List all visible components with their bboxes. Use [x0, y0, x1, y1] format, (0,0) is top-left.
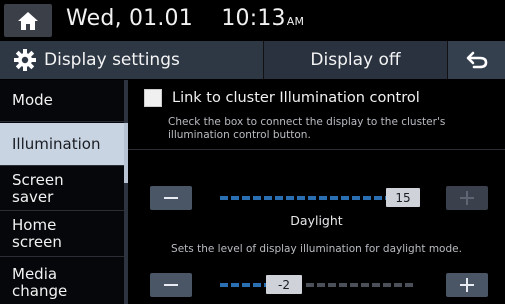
sidebar-item-illumination[interactable]: Illumination	[0, 123, 124, 166]
back-arrow-icon	[466, 51, 488, 69]
gear-icon	[12, 47, 38, 73]
sidebar-item-label: Mode	[12, 91, 53, 109]
daylight-increase-button[interactable]	[446, 186, 488, 210]
daylight-slider-thumb[interactable]: 15	[386, 188, 420, 207]
sidebar-item-label: Screen saver	[12, 170, 64, 206]
clock: Wed, 01.01 10:13AM	[66, 6, 304, 31]
title-area: Display settings	[0, 41, 262, 79]
divider	[128, 149, 505, 150]
minus-icon	[164, 284, 178, 286]
night-slider: -2	[128, 273, 505, 297]
screen: Wed, 01.01 10:13AM Display settings Disp…	[0, 0, 505, 304]
link-cluster-row[interactable]: Link to cluster Illumination control	[144, 89, 420, 107]
sidebar-item-screen-saver[interactable]: Screen saver	[0, 167, 124, 211]
link-cluster-description: Check the box to connect the display to …	[168, 116, 446, 141]
date-text: Wed, 01.01	[66, 6, 193, 31]
sidebar-item-label: Home screen	[12, 216, 62, 251]
night-track-empty[interactable]	[306, 283, 416, 287]
link-cluster-label: Link to cluster Illumination control	[172, 90, 420, 106]
slider-description: Sets the level of display illumination f…	[171, 243, 462, 255]
home-icon	[18, 11, 38, 30]
sidebar-item-mode[interactable]: Mode	[0, 80, 124, 122]
home-button[interactable]	[4, 4, 52, 37]
sidebar-item-media-change[interactable]: Media change	[0, 258, 124, 304]
ampm-text: AM	[286, 15, 305, 28]
daylight-decrease-button[interactable]	[150, 186, 192, 210]
daylight-label: Daylight	[290, 213, 343, 228]
sidebar-item-label: Illumination	[12, 134, 101, 153]
sidebar: Mode Illumination Screen saver Home scre…	[0, 80, 128, 304]
daylight-value: 15	[395, 190, 411, 205]
link-cluster-checkbox[interactable]	[144, 89, 162, 107]
illumination-panel: Link to cluster Illumination control Che…	[128, 80, 505, 304]
night-decrease-button[interactable]	[150, 273, 192, 297]
status-bar: Wed, 01.01 10:13AM	[0, 0, 505, 40]
sidebar-item-label: Media change	[12, 265, 68, 300]
daylight-slider: 15	[128, 186, 505, 210]
back-button[interactable]	[447, 41, 505, 79]
night-slider-thumb[interactable]: -2	[266, 275, 302, 294]
minus-icon	[164, 197, 178, 199]
display-off-button[interactable]: Display off	[263, 41, 447, 79]
time-text: 10:13	[221, 6, 286, 31]
sidebar-item-home-screen[interactable]: Home screen	[0, 212, 124, 257]
page-title: Display settings	[44, 50, 180, 70]
night-increase-button[interactable]	[446, 273, 488, 297]
night-value: -2	[278, 277, 290, 292]
title-bar: Display settings Display off	[0, 41, 505, 79]
